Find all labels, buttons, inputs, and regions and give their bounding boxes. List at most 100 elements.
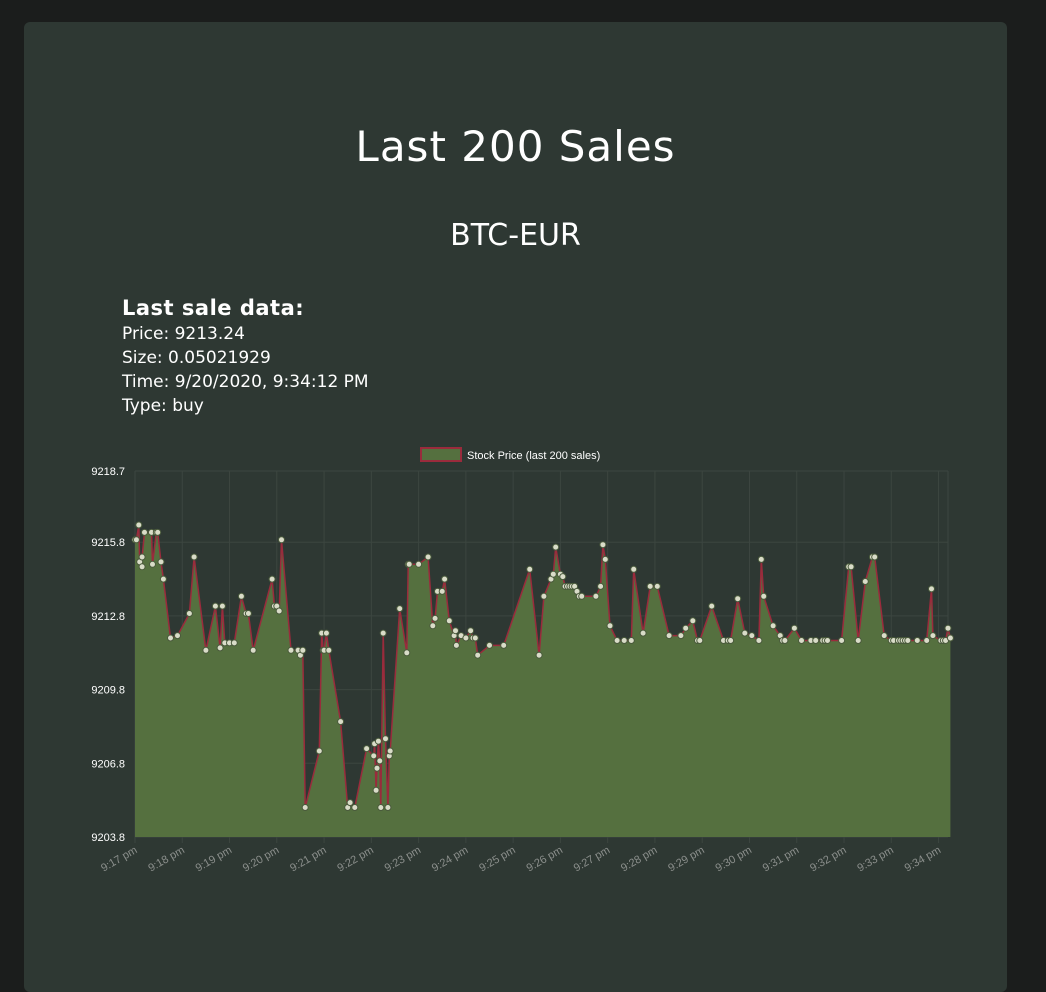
data-point <box>923 637 931 644</box>
x-tick-label: 9:30 pm <box>714 844 754 874</box>
data-point <box>190 553 198 561</box>
x-tick-label: 9:32 pm <box>808 844 848 874</box>
data-point <box>727 637 735 644</box>
data-point <box>415 560 423 568</box>
data-point <box>639 629 647 637</box>
data-point <box>540 592 548 600</box>
legend-swatch <box>420 447 462 462</box>
data-point <box>760 592 768 600</box>
data-point <box>405 560 413 568</box>
data-point <box>379 629 387 637</box>
data-point <box>535 651 543 659</box>
legend-label: Stock Price (last 200 sales) <box>467 450 600 462</box>
data-point <box>696 637 704 644</box>
data-point <box>653 582 661 590</box>
data-point <box>500 641 508 649</box>
data-point <box>824 637 831 644</box>
data-point <box>376 757 384 765</box>
data-point <box>268 575 276 583</box>
data-point <box>854 637 862 644</box>
data-point <box>677 632 685 640</box>
data-point <box>757 555 765 563</box>
data-point <box>880 632 888 640</box>
data-point <box>386 747 394 755</box>
x-tick-label: 9:21 pm <box>288 844 328 874</box>
data-point <box>441 575 449 583</box>
data-point <box>871 553 879 561</box>
x-tick-label: 9:19 pm <box>194 844 234 874</box>
data-point <box>372 786 380 794</box>
price-area <box>135 525 951 837</box>
data-point <box>167 634 174 642</box>
data-point <box>216 644 224 652</box>
x-tick-label: 9:18 pm <box>146 844 186 874</box>
data-point <box>486 641 493 649</box>
data-point <box>682 624 690 632</box>
data-point <box>202 646 210 654</box>
data-point <box>301 804 309 811</box>
data-point <box>620 637 628 644</box>
data-point <box>606 622 614 630</box>
data-point <box>287 646 295 654</box>
data-point <box>149 560 156 568</box>
x-tick-label: 9:26 pm <box>524 844 564 874</box>
data-point <box>244 610 252 617</box>
data-point <box>373 764 381 772</box>
data-point <box>154 528 162 536</box>
data-point <box>467 627 475 635</box>
data-point <box>578 592 586 600</box>
data-point <box>798 637 805 644</box>
data-point <box>157 558 165 566</box>
data-point <box>429 622 437 630</box>
x-tick-label: 9:27 pm <box>572 844 612 874</box>
data-point <box>748 632 756 640</box>
data-point <box>403 649 411 657</box>
data-point <box>138 563 146 571</box>
data-point <box>755 637 763 644</box>
data-point <box>351 804 359 811</box>
data-point <box>812 637 820 644</box>
x-tick-label: 9:24 pm <box>430 844 470 874</box>
y-tick-label: 9212.8 <box>91 611 125 623</box>
data-point <box>627 637 635 644</box>
data-point <box>452 641 460 649</box>
data-point <box>599 541 607 549</box>
data-point <box>471 634 479 642</box>
x-tick-label: 9:17 pm <box>99 844 139 874</box>
data-point <box>646 582 654 590</box>
y-tick-label: 9209.8 <box>91 685 125 697</box>
data-point <box>904 637 912 644</box>
y-tick-label: 9206.8 <box>91 758 125 770</box>
data-point <box>132 536 140 544</box>
data-point <box>601 555 609 563</box>
price-chart: 9218.7 9215.8 9212.8 9209.8 9206.8 9203.89:17… <box>91 447 954 874</box>
x-tick-label: 9:33 pm <box>855 844 895 874</box>
data-point <box>613 637 621 644</box>
x-tick-label: 9:22 pm <box>335 844 375 874</box>
data-point <box>781 637 789 644</box>
data-point <box>462 634 470 642</box>
data-point <box>135 521 143 529</box>
chart-series <box>135 524 952 837</box>
y-tick-label: 9203.8 <box>91 832 125 844</box>
data-point <box>237 592 245 600</box>
data-point <box>741 629 749 637</box>
data-point <box>526 565 534 573</box>
data-point <box>374 737 382 745</box>
data-point <box>928 585 935 593</box>
data-point <box>230 639 238 647</box>
data-point <box>597 582 605 590</box>
data-point <box>438 587 446 595</box>
data-point <box>278 536 285 544</box>
data-point <box>249 646 257 654</box>
data-point <box>708 602 716 610</box>
data-point <box>431 614 439 622</box>
chart-legend[interactable]: Stock Price (last 200 sales) <box>420 447 600 462</box>
data-point <box>337 718 345 726</box>
x-tick-label: 9:28 pm <box>619 844 659 874</box>
data-point <box>211 602 219 610</box>
data-point <box>790 624 798 632</box>
data-point <box>346 799 354 807</box>
data-point <box>913 637 921 644</box>
data-point <box>549 570 557 578</box>
